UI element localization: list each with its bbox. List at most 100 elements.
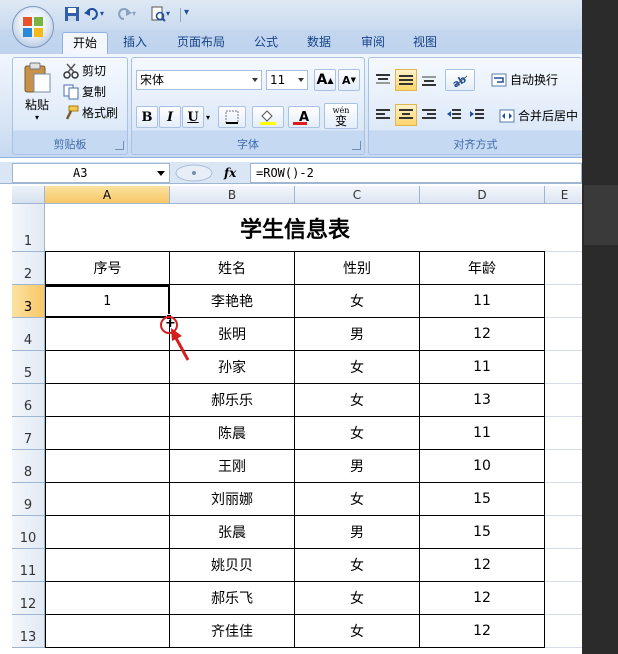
- tab-data[interactable]: 数据: [298, 32, 340, 54]
- tab-formulas[interactable]: 公式: [246, 32, 286, 54]
- customize-qat-icon[interactable]: ▾: [184, 7, 200, 23]
- tab-home[interactable]: 开始: [62, 32, 108, 54]
- cell-gender[interactable]: 女: [295, 351, 420, 384]
- cell-gender[interactable]: 女: [295, 549, 420, 582]
- cell-seq[interactable]: [45, 615, 170, 648]
- insert-function-icon[interactable]: fx: [224, 166, 236, 180]
- cell-seq[interactable]: [45, 483, 170, 516]
- align-center-button[interactable]: [395, 104, 417, 126]
- borders-button[interactable]: [218, 106, 246, 128]
- cell-seq[interactable]: [45, 351, 170, 384]
- column-header-e[interactable]: E: [545, 186, 582, 204]
- cell-age[interactable]: 12: [420, 318, 545, 351]
- office-button[interactable]: [12, 6, 54, 48]
- grow-font-button[interactable]: A ▲: [314, 69, 336, 91]
- orientation-button[interactable]: ab: [445, 69, 475, 91]
- cell-seq[interactable]: [45, 318, 170, 351]
- redo-dropdown-icon[interactable]: ▾: [132, 9, 148, 25]
- align-left-button[interactable]: [372, 104, 394, 126]
- clipboard-launcher-icon[interactable]: [115, 141, 124, 150]
- cell-gender[interactable]: 男: [295, 516, 420, 549]
- cell-seq[interactable]: [45, 549, 170, 582]
- cell-gender[interactable]: 女: [295, 615, 420, 648]
- cell-age[interactable]: 12: [420, 549, 545, 582]
- wrap-text-button[interactable]: 自动换行: [491, 71, 558, 88]
- cell-name[interactable]: 姚贝贝: [170, 549, 295, 582]
- underline-dropdown-icon[interactable]: ▾: [206, 113, 210, 122]
- decrease-indent-button[interactable]: [443, 104, 465, 126]
- fill-color-button[interactable]: [252, 106, 284, 128]
- cell-name[interactable]: 齐佳佳: [170, 615, 295, 648]
- copy-button[interactable]: 复制: [63, 83, 106, 100]
- merge-center-button[interactable]: 合并后居中: [499, 107, 578, 124]
- cell-seq[interactable]: [45, 450, 170, 483]
- column-header-b[interactable]: B: [170, 186, 295, 204]
- save-icon[interactable]: [64, 6, 80, 22]
- header-cell[interactable]: 年龄: [420, 252, 545, 285]
- cell-name[interactable]: 刘丽娜: [170, 483, 295, 516]
- increase-indent-button[interactable]: [466, 104, 488, 126]
- redo-icon[interactable]: [116, 6, 132, 22]
- cell-gender[interactable]: 男: [295, 450, 420, 483]
- header-cell[interactable]: 姓名: [170, 252, 295, 285]
- name-box[interactable]: A3: [12, 163, 170, 183]
- cell-gender[interactable]: 女: [295, 384, 420, 417]
- row-header-9[interactable]: 9: [12, 483, 45, 516]
- undo-icon[interactable]: [84, 6, 100, 22]
- cell-age[interactable]: 10: [420, 450, 545, 483]
- format-painter-button[interactable]: 格式刷: [63, 104, 118, 121]
- active-cell[interactable]: 1: [45, 285, 170, 318]
- column-header-a[interactable]: A: [45, 186, 170, 204]
- column-header-c[interactable]: C: [295, 186, 420, 204]
- italic-button[interactable]: I: [159, 106, 181, 128]
- tab-view[interactable]: 视图: [404, 32, 446, 54]
- paste-button[interactable]: 粘贴 ▾: [19, 62, 55, 122]
- cell-age[interactable]: 12: [420, 582, 545, 615]
- font-size-combo[interactable]: 11: [266, 70, 308, 90]
- formula-input[interactable]: =ROW()-2: [250, 163, 582, 183]
- cell-age[interactable]: 12: [420, 615, 545, 648]
- align-middle-button[interactable]: [395, 69, 417, 91]
- cell-age[interactable]: 13: [420, 384, 545, 417]
- cell-age[interactable]: 15: [420, 483, 545, 516]
- align-top-button[interactable]: [372, 69, 394, 91]
- header-cell[interactable]: 序号: [45, 252, 170, 285]
- row-header-12[interactable]: 12: [12, 582, 45, 615]
- title-cell[interactable]: 学生信息表: [45, 204, 545, 252]
- row-header-2[interactable]: 2: [12, 252, 45, 285]
- row-header-7[interactable]: 7: [12, 417, 45, 450]
- align-right-button[interactable]: [418, 104, 440, 126]
- tab-review[interactable]: 审阅: [352, 32, 394, 54]
- cell-seq[interactable]: [45, 516, 170, 549]
- tab-insert[interactable]: 插入: [114, 32, 156, 54]
- cell-age[interactable]: 11: [420, 417, 545, 450]
- cell-seq[interactable]: [45, 417, 170, 450]
- row-header-1[interactable]: 1: [12, 204, 45, 252]
- cell-gender[interactable]: 女: [295, 285, 420, 318]
- spreadsheet-grid[interactable]: ABCDE 1 2 3 4 5 6 7 8 9 10 11 12 13 学生信息表 序号 姓名 性别 年龄 1 李艳…: [12, 186, 582, 654]
- cell-name[interactable]: 王刚: [170, 450, 295, 483]
- formula-bar-splitter-icon[interactable]: [174, 164, 214, 182]
- select-all-corner[interactable]: [12, 186, 45, 204]
- shrink-font-button[interactable]: A ▼: [338, 69, 360, 91]
- cell-name[interactable]: 陈晨: [170, 417, 295, 450]
- cell-name[interactable]: 郝乐乐: [170, 384, 295, 417]
- row-header-8[interactable]: 8: [12, 450, 45, 483]
- font-color-button[interactable]: A: [288, 106, 320, 128]
- bold-button[interactable]: B: [136, 106, 158, 128]
- font-name-combo[interactable]: 宋体: [136, 70, 262, 90]
- cut-button[interactable]: 剪切: [63, 62, 106, 79]
- cell-age[interactable]: 11: [420, 351, 545, 384]
- underline-button[interactable]: U: [182, 106, 204, 128]
- cell-gender[interactable]: 女: [295, 417, 420, 450]
- row-header-3[interactable]: 3: [12, 285, 45, 318]
- cell-gender[interactable]: 男: [295, 318, 420, 351]
- column-header-d[interactable]: D: [420, 186, 545, 204]
- cell-name[interactable]: 张晨: [170, 516, 295, 549]
- paste-dropdown-icon[interactable]: ▾: [35, 113, 39, 122]
- cell-name[interactable]: 郝乐飞: [170, 582, 295, 615]
- undo-dropdown-icon[interactable]: ▾: [100, 9, 116, 25]
- row-header-4[interactable]: 4: [12, 318, 45, 351]
- row-header-5[interactable]: 5: [12, 351, 45, 384]
- print-preview-icon[interactable]: [150, 6, 166, 22]
